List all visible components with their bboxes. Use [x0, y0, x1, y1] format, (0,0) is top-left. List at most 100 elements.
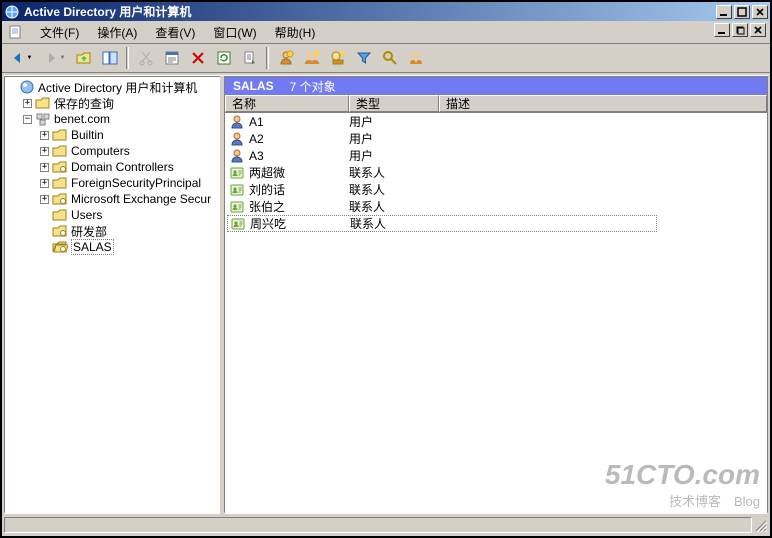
tree-domain-controllers[interactable]: + Domain Controllers [5, 159, 220, 175]
menu-help[interactable]: 帮助(H) [267, 22, 324, 43]
list-row[interactable]: 刘的话 联系人 [225, 181, 767, 198]
row-name: 刘的话 [249, 181, 285, 198]
row-type: 联系人 [350, 215, 440, 232]
add-to-group-button[interactable] [404, 47, 427, 69]
tree-saved-queries[interactable]: + 保存的查询 [5, 95, 220, 111]
tree-users[interactable]: Users [5, 207, 220, 223]
tree-item-label: Microsoft Exchange Secur [71, 192, 211, 206]
tree-saved-queries-label: 保存的查询 [54, 95, 114, 112]
list-row[interactable]: A1用户 [225, 113, 767, 130]
domain-icon [35, 111, 51, 127]
up-button[interactable] [72, 47, 95, 69]
column-type[interactable]: 类型 [349, 95, 439, 112]
tree-root-label: Active Directory 用户和计算机 [38, 79, 197, 96]
ou-icon [52, 159, 68, 175]
ou-open-icon [52, 239, 68, 255]
new-user-button[interactable] [274, 47, 297, 69]
tree-foreign-security[interactable]: + ForeignSecurityPrincipal [5, 175, 220, 191]
tree-research-dept[interactable]: 研发部 [5, 223, 220, 239]
column-desc[interactable]: 描述 [439, 95, 767, 112]
tree-pane[interactable]: Active Directory 用户和计算机 + 保存的查询 − benet.… [4, 76, 220, 514]
tree-exchange-security[interactable]: + Microsoft Exchange Secur [5, 191, 220, 207]
list-header-bar: SALAS 7 个对象 [225, 77, 767, 95]
tree-item-label: 研发部 [71, 223, 107, 240]
menubar: 文件(F) 操作(A) 查看(V) 窗口(W) 帮助(H) [2, 21, 770, 44]
minimize-button[interactable] [716, 5, 732, 19]
app-icon [4, 4, 20, 20]
new-ou-button[interactable] [326, 47, 349, 69]
scope-name: SALAS [233, 79, 274, 93]
row-type: 联系人 [349, 181, 439, 198]
list-rows[interactable]: A1用户A2用户A3用户两超微联系人刘的话联系人张伯之联系人周兴吃联系人 [225, 113, 767, 512]
properties-button[interactable] [160, 47, 183, 69]
mdi-minimize-button[interactable] [714, 23, 730, 37]
folder-icon [52, 143, 68, 159]
export-list-button[interactable] [238, 47, 261, 69]
folder-icon [52, 127, 68, 143]
list-row[interactable]: 周兴吃 联系人 [227, 215, 657, 232]
tree-item-label: ForeignSecurityPrincipal [71, 176, 201, 190]
list-row[interactable]: A3 用户 [225, 147, 767, 164]
column-headers: 名称 类型 描述 [225, 95, 767, 113]
toolbar: ▼ ▼ [2, 44, 770, 73]
tree-salas[interactable]: SALAS [5, 239, 220, 255]
row-type: 联系人 [349, 164, 439, 181]
row-name: 两超微 [249, 164, 285, 181]
menu-file[interactable]: 文件(F) [32, 22, 87, 43]
delete-button[interactable] [186, 47, 209, 69]
list-row[interactable]: 张伯之 联系人 [225, 198, 767, 215]
object-count: 7 个对象 [290, 78, 336, 95]
row-type: 用户 [349, 113, 439, 130]
document-icon [8, 24, 24, 40]
maximize-button[interactable] [734, 5, 750, 19]
list-row[interactable]: A2用户 [225, 130, 767, 147]
list-row[interactable]: 两超微 联系人 [225, 164, 767, 181]
tree-root[interactable]: Active Directory 用户和计算机 [5, 79, 220, 95]
folder-icon [52, 175, 68, 191]
tree-item-label: Domain Controllers [71, 160, 174, 174]
find-button[interactable] [378, 47, 401, 69]
close-button[interactable] [752, 5, 768, 19]
tree-item-label: Computers [71, 144, 130, 158]
mdi-close-button[interactable] [750, 23, 766, 37]
tree-item-label: Builtin [71, 128, 104, 142]
filter-button[interactable] [352, 47, 375, 69]
user-icon [229, 131, 245, 147]
forward-button[interactable]: ▼ [39, 47, 69, 69]
user-icon [229, 148, 245, 164]
statusbar [4, 516, 768, 534]
tree-computers[interactable]: + Computers [5, 143, 220, 159]
contact-icon [229, 165, 245, 181]
contact-icon [229, 199, 245, 215]
ou-icon [52, 191, 68, 207]
row-name: A2 [249, 132, 264, 146]
menu-window[interactable]: 窗口(W) [205, 22, 264, 43]
resize-grip[interactable] [752, 517, 768, 533]
contact-icon [229, 182, 245, 198]
list-pane: SALAS 7 个对象 名称 类型 描述 A1用户A2用户A3用户两超微联系人刘… [224, 76, 768, 514]
row-name: 周兴吃 [250, 215, 286, 232]
tree-domain[interactable]: − benet.com [5, 111, 220, 127]
folder-icon [35, 95, 51, 111]
mdi-restore-button[interactable] [732, 23, 748, 37]
user-icon [229, 114, 245, 130]
row-name: A3 [249, 149, 264, 163]
back-button[interactable]: ▼ [6, 47, 36, 69]
cut-button[interactable] [134, 47, 157, 69]
titlebar: Active Directory 用户和计算机 [2, 2, 770, 21]
menu-action[interactable]: 操作(A) [89, 22, 145, 43]
show-hide-tree-button[interactable] [98, 47, 121, 69]
ou-icon [52, 223, 68, 239]
new-group-button[interactable] [300, 47, 323, 69]
tree-domain-label: benet.com [54, 112, 110, 126]
column-name[interactable]: 名称 [225, 95, 349, 112]
refresh-button[interactable] [212, 47, 235, 69]
tree-builtin[interactable]: + Builtin [5, 127, 220, 143]
tree-item-label-selected: SALAS [71, 239, 114, 255]
contact-icon [230, 216, 246, 232]
row-type: 联系人 [349, 198, 439, 215]
menu-view[interactable]: 查看(V) [147, 22, 203, 43]
row-name: 张伯之 [249, 198, 285, 215]
row-type: 用户 [349, 147, 439, 164]
ad-root-icon [19, 79, 35, 95]
